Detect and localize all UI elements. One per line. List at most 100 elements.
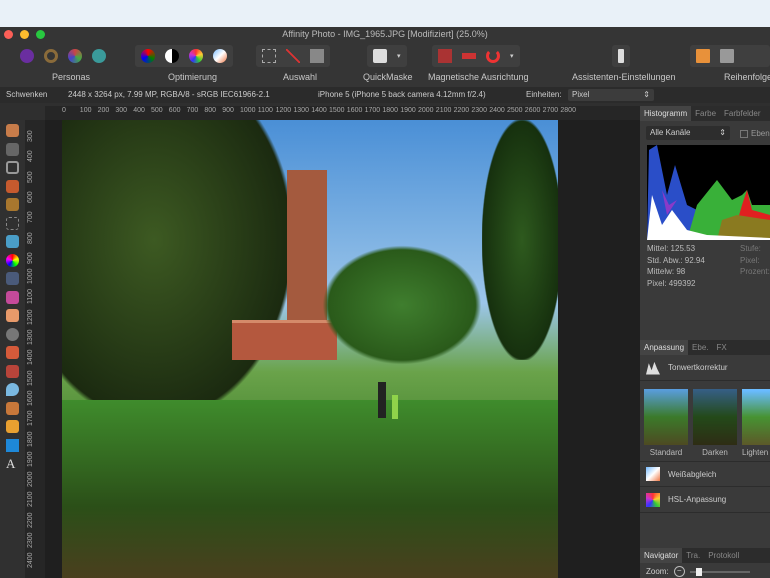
- auto-colors-icon[interactable]: [189, 49, 203, 63]
- units-label: Einheiten:: [526, 90, 562, 99]
- stat-pixels: Pixel: 499392: [647, 278, 696, 288]
- move-forward-icon[interactable]: [720, 49, 734, 63]
- deselect-icon[interactable]: [286, 49, 300, 63]
- title-bar: Affinity Photo - IMG_1965.JPG [Modifizie…: [0, 27, 770, 41]
- eraser-tool-icon[interactable]: [6, 309, 19, 322]
- pen-tool-icon[interactable]: [6, 420, 19, 433]
- arrange-group: [690, 45, 770, 67]
- auto-levels-icon[interactable]: [141, 49, 155, 63]
- red-eye-tool-icon[interactable]: [6, 364, 19, 378]
- auto-contrast-icon[interactable]: [165, 49, 179, 63]
- ruler-tick: 900: [222, 107, 234, 114]
- clone-tool-icon[interactable]: [6, 346, 19, 359]
- ruler-tick: 1300: [293, 107, 309, 114]
- adjustment-levels[interactable]: Tonwertkorrektur: [640, 355, 770, 381]
- tools-panel: A: [0, 120, 25, 578]
- tab-transform[interactable]: Tra.: [682, 548, 704, 563]
- units-select[interactable]: Pixel ⇕: [568, 89, 654, 101]
- tab-navigator[interactable]: Navigator: [640, 548, 683, 563]
- snapping-icon[interactable]: [462, 53, 476, 59]
- label-optimize: Optimierung: [168, 72, 218, 82]
- maximize-button[interactable]: [36, 30, 45, 39]
- blur-tool-icon[interactable]: [6, 327, 19, 341]
- adjustment-white-balance[interactable]: Weißabgleich: [640, 461, 770, 487]
- hsl-icon: [646, 492, 660, 507]
- magnet-icon[interactable]: [486, 49, 500, 63]
- mesh-warp-icon[interactable]: [6, 272, 19, 285]
- crop-tool-icon[interactable]: [6, 161, 19, 174]
- zoom-slider[interactable]: [689, 567, 750, 576]
- tab-histogram[interactable]: Histogramm: [640, 106, 692, 121]
- ruler-tick: 1800: [27, 430, 34, 447]
- stat-percent: Prozent:: [740, 267, 770, 276]
- adjustment-hsl[interactable]: HSL-Anpassung: [640, 487, 770, 513]
- canvas[interactable]: [45, 120, 640, 578]
- white-balance-label: Weißabgleich: [668, 469, 717, 479]
- color-picker-icon[interactable]: [6, 253, 19, 267]
- ruler-tick: 1200: [27, 309, 34, 325]
- move-tool-icon[interactable]: [6, 142, 19, 156]
- fill-tool-icon[interactable]: [6, 235, 19, 248]
- tab-history[interactable]: Protokoll: [704, 548, 743, 563]
- channel-select[interactable]: Alle Kanäle ⇕: [646, 126, 730, 140]
- smudge-tool-icon[interactable]: [6, 383, 19, 396]
- right-panel: Histogramm Farbe Farbfelder Alle Kanäle ⇕…: [640, 106, 770, 578]
- auto-white-balance-icon[interactable]: [213, 49, 227, 63]
- quickmask-icon[interactable]: [373, 49, 387, 63]
- adjustment-tabs: Anpassung Ebe. FX: [640, 340, 770, 355]
- zoom-out-icon[interactable]: −: [673, 566, 685, 577]
- preset-darken[interactable]: Darken: [693, 389, 737, 457]
- close-button[interactable]: [4, 30, 13, 39]
- preset-lighten[interactable]: Lighten: [742, 389, 770, 457]
- image-info: 2448 x 3264 px, 7.99 MP, RGBA/8 - sRGB I…: [68, 90, 270, 99]
- grid-icon[interactable]: [438, 49, 452, 63]
- main-toolbar: ▾ ▾ Personas Optimierung Auswahl QuickMa…: [0, 41, 770, 87]
- ruler-tick: 700: [27, 211, 34, 224]
- dodge-tool-icon[interactable]: [6, 290, 19, 304]
- tab-swatches[interactable]: Farbfelder: [720, 106, 764, 121]
- photo-persona-icon[interactable]: [20, 49, 34, 63]
- ruler-tick: 2300: [27, 532, 34, 548]
- stat-pixel: Pixel:: [740, 255, 760, 265]
- brush-tool-icon[interactable]: [6, 179, 19, 193]
- liquify-persona-icon[interactable]: [44, 49, 58, 63]
- ruler-tick: 1100: [27, 289, 34, 305]
- selection-brush-icon[interactable]: [6, 198, 19, 211]
- tab-layers[interactable]: Ebe.: [688, 340, 712, 355]
- label-selection: Auswahl: [283, 72, 318, 82]
- text-tool-icon[interactable]: A: [6, 457, 19, 470]
- ruler-tick: 1500: [329, 107, 345, 114]
- ruler-tick: 200: [97, 107, 110, 114]
- preset-standard[interactable]: Standard: [644, 389, 688, 457]
- assistant-icon[interactable]: [618, 49, 624, 63]
- layer-checkbox[interactable]: Ebene: [740, 129, 770, 138]
- marquee-tool-icon[interactable]: [6, 216, 19, 230]
- white-balance-icon: [646, 467, 660, 481]
- export-persona-icon[interactable]: [92, 49, 106, 63]
- develop-persona-icon[interactable]: [68, 49, 82, 63]
- tab-adjustment[interactable]: Anpassung: [640, 340, 689, 355]
- hand-tool-icon[interactable]: [6, 124, 19, 137]
- histogram-stats-right: Stufe: Pixel: Prozent:: [740, 243, 770, 278]
- invert-selection-icon[interactable]: [310, 49, 324, 63]
- select-all-icon[interactable]: [262, 49, 276, 63]
- selection-group: [256, 45, 330, 67]
- move-back-icon[interactable]: [696, 49, 710, 63]
- tool-name: Schwenken: [6, 90, 48, 99]
- rectangle-tool-icon[interactable]: [6, 438, 19, 452]
- ruler-tick: 2400: [27, 552, 34, 569]
- ruler-tick: 1000: [240, 107, 256, 114]
- snapping-group: ▾: [432, 45, 520, 67]
- minimize-button[interactable]: [20, 30, 29, 39]
- tab-fx[interactable]: FX: [713, 340, 731, 355]
- app-window: Affinity Photo - IMG_1965.JPG [Modifizie…: [0, 27, 770, 578]
- label-arrange: Reihenfolge: [724, 72, 770, 82]
- tab-color[interactable]: Farbe: [691, 106, 720, 121]
- ruler-tick: 1600: [346, 107, 363, 114]
- label-snapping: Magnetische Ausrichtung: [428, 72, 529, 82]
- navigator-tabs: Navigator Tra. Protokoll: [640, 548, 770, 563]
- histogram-stats: Mittel: 125.53 Std. Abw.: 92.94 Mittelw:…: [647, 243, 705, 289]
- stat-level: Stufe:: [740, 244, 761, 253]
- ruler-tick: 100: [79, 107, 92, 114]
- healing-tool-icon[interactable]: [6, 401, 19, 415]
